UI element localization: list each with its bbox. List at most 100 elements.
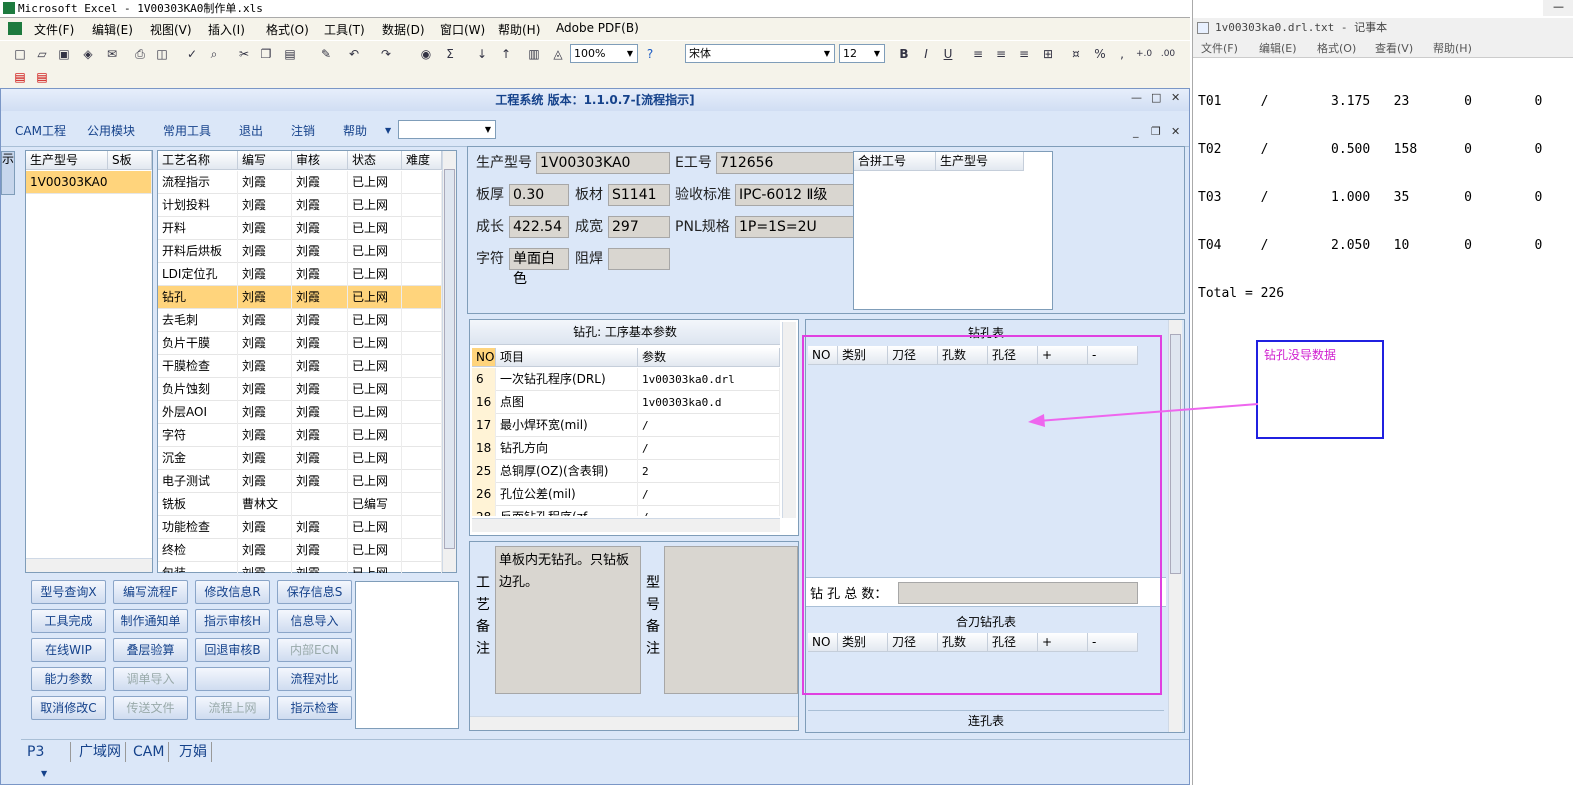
- menu-help[interactable]: 帮助(H): [498, 21, 540, 38]
- model-row[interactable]: 1V00303KA0: [26, 171, 152, 194]
- thickness-field[interactable]: 0.30: [509, 184, 569, 206]
- save-icon[interactable]: ▣: [56, 46, 72, 62]
- chevron-down-icon[interactable]: ▼: [385, 126, 391, 135]
- email-icon[interactable]: ✉: [104, 46, 120, 62]
- menu-edit[interactable]: 编辑(E): [92, 21, 133, 38]
- action-button[interactable]: 保存信息S: [277, 580, 352, 604]
- action-button[interactable]: 内部ECN: [277, 638, 352, 662]
- horizontal-scrollbar[interactable]: [472, 518, 780, 532]
- drawing-icon[interactable]: ◬: [550, 46, 566, 62]
- underline-icon[interactable]: U: [940, 46, 956, 62]
- process-row[interactable]: 开料 刘霞 刘霞 已上网: [158, 217, 442, 240]
- action-button[interactable]: 信息导入: [277, 609, 352, 633]
- horizontal-scrollbar[interactable]: [470, 716, 798, 730]
- process-remark-text[interactable]: 单板内无钻孔。只钻板边孔。: [495, 546, 641, 694]
- process-row[interactable]: 终检 刘霞 刘霞 已上网: [158, 539, 442, 562]
- tab-p3[interactable]: P3 ▼: [23, 742, 71, 778]
- notepad-menu-view[interactable]: 查看(V): [1375, 40, 1413, 56]
- pdf-convert-icon[interactable]: ▤: [12, 69, 28, 85]
- mdi-restore-icon[interactable]: ❐: [1151, 125, 1161, 138]
- menu-view[interactable]: 视图(V): [150, 21, 192, 38]
- scroll-thumb[interactable]: [444, 169, 455, 549]
- action-button[interactable]: 在线WIP: [31, 638, 106, 662]
- col-header-reviewer[interactable]: 审核: [292, 151, 348, 170]
- col-header-no[interactable]: NO: [472, 348, 496, 367]
- notepad-menu-edit[interactable]: 编辑(E): [1259, 40, 1297, 56]
- process-row[interactable]: LDI定位孔 刘霞 刘霞 已上网: [158, 263, 442, 286]
- menu-logout[interactable]: 注销: [291, 122, 315, 139]
- param-row[interactable]: 28反面钻孔程序(zf-/: [472, 506, 780, 516]
- align-right-icon[interactable]: ≡: [1016, 46, 1032, 62]
- menu-common-tools[interactable]: 常用工具: [163, 122, 211, 139]
- print-preview-icon[interactable]: ◫: [154, 46, 170, 62]
- process-row[interactable]: 干膜检查 刘霞 刘霞 已上网: [158, 355, 442, 378]
- action-button[interactable]: 传送文件: [113, 696, 188, 720]
- tab-wan[interactable]: 广域网: [75, 742, 126, 762]
- menu-window[interactable]: 窗口(W): [440, 21, 485, 38]
- menu-file[interactable]: 文件(F): [34, 21, 74, 38]
- process-row[interactable]: 负片干膜 刘霞 刘霞 已上网: [158, 332, 442, 355]
- menu-adobe-pdf[interactable]: Adobe PDF(B): [556, 21, 639, 35]
- maximize-icon[interactable]: □: [1151, 91, 1161, 104]
- bold-icon[interactable]: B: [896, 46, 912, 62]
- tab-cam[interactable]: CAM: [129, 742, 170, 762]
- action-button[interactable]: 流程对比: [277, 667, 352, 691]
- minimize-icon[interactable]: —: [1543, 0, 1573, 16]
- action-button[interactable]: 取消修改C: [31, 696, 106, 720]
- param-row[interactable]: 17 最小焊环宽(mil) /: [472, 414, 780, 437]
- zoom-select[interactable]: 100% ▼: [570, 44, 638, 63]
- excel-doc-icon[interactable]: [8, 22, 22, 35]
- redo-icon[interactable]: ↷: [378, 46, 394, 62]
- menu-exit[interactable]: 退出: [239, 122, 263, 139]
- chart-wizard-icon[interactable]: ▥: [526, 46, 542, 62]
- param-row[interactable]: 6 一次钻孔程序(DRL) 1v00303ka0.drl: [472, 368, 780, 391]
- vertical-scrollbar[interactable]: [1168, 320, 1182, 732]
- vertical-scrollbar[interactable]: [442, 151, 456, 572]
- action-button[interactable]: 编写流程F: [113, 580, 188, 604]
- mdi-close-icon[interactable]: ✕: [1171, 125, 1180, 138]
- action-button[interactable]: 流程上网: [195, 696, 270, 720]
- param-row[interactable]: 26 孔位公差(mil) /: [472, 483, 780, 506]
- process-row[interactable]: 铣板 曹林文 已编写: [158, 493, 442, 516]
- minimize-icon[interactable]: —: [1131, 91, 1142, 104]
- decrease-decimal-icon[interactable]: .00: [1160, 46, 1176, 62]
- sort-descending-icon[interactable]: ↑: [498, 46, 514, 62]
- notepad-menu-file[interactable]: 文件(F): [1201, 40, 1238, 56]
- length-field[interactable]: 422.54: [509, 216, 569, 238]
- model-remark-text[interactable]: [664, 546, 798, 694]
- action-button[interactable]: [195, 667, 270, 691]
- action-button[interactable]: 型号查询X: [31, 580, 106, 604]
- process-row[interactable]: 电子测试 刘霞 刘霞 已上网: [158, 470, 442, 493]
- col-header-difficulty[interactable]: 难度: [402, 151, 442, 170]
- action-button[interactable]: 叠层验算: [113, 638, 188, 662]
- menu-help[interactable]: 帮助: [343, 122, 367, 139]
- italic-icon[interactable]: I: [918, 46, 934, 62]
- undo-icon[interactable]: ↶: [346, 46, 362, 62]
- hyperlink-icon[interactable]: ◉: [418, 46, 434, 62]
- increase-decimal-icon[interactable]: +.0: [1136, 46, 1152, 62]
- action-button[interactable]: 指示检查: [277, 696, 352, 720]
- notes-box[interactable]: [355, 581, 459, 729]
- action-button[interactable]: 指示审核H: [195, 609, 270, 633]
- col-header-model[interactable]: 生产型号: [26, 151, 108, 170]
- col-header-merge-model[interactable]: 生产型号: [936, 152, 1024, 171]
- process-row[interactable]: 负片蚀刻 刘霞 刘霞 已上网: [158, 378, 442, 401]
- param-row[interactable]: 18 钻孔方向 /: [472, 437, 780, 460]
- horizontal-scrollbar[interactable]: [26, 558, 152, 572]
- app-combo[interactable]: ▼: [398, 120, 496, 139]
- tab-wanjuan[interactable]: 万娟: [175, 742, 212, 762]
- process-row[interactable]: 计划投料 刘霞 刘霞 已上网: [158, 194, 442, 217]
- model-field[interactable]: 1V00303KA0: [536, 152, 670, 174]
- close-icon[interactable]: ✕: [1171, 91, 1180, 104]
- col-header-status[interactable]: 状态: [348, 151, 402, 170]
- action-button[interactable]: 制作通知单: [113, 609, 188, 633]
- process-row[interactable]: 沉金 刘霞 刘霞 已上网: [158, 447, 442, 470]
- e-number-field[interactable]: 712656: [716, 152, 854, 174]
- new-icon[interactable]: □: [12, 46, 28, 62]
- align-left-icon[interactable]: ≡: [970, 46, 986, 62]
- param-row[interactable]: 16 点图 1v00303ka0.d: [472, 391, 780, 414]
- permission-icon[interactable]: ◈: [80, 46, 96, 62]
- percent-icon[interactable]: %: [1092, 46, 1108, 62]
- solder-mask-field[interactable]: [608, 248, 670, 270]
- col-header-writer[interactable]: 编写: [238, 151, 292, 170]
